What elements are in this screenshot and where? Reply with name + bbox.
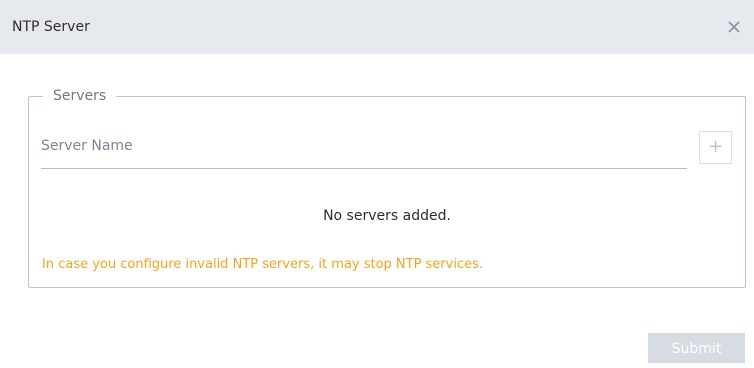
add-server-button[interactable]: + [699, 131, 732, 164]
dialog-title: NTP Server [12, 19, 90, 35]
servers-legend: Servers [43, 87, 117, 105]
server-name-input[interactable] [41, 133, 687, 169]
dialog-header: NTP Server [0, 0, 754, 54]
empty-servers-message: No servers added. [323, 208, 451, 224]
ntp-server-dialog: NTP Server Servers + No servers added. I… [0, 0, 754, 368]
close-icon[interactable] [727, 20, 741, 34]
submit-button[interactable]: Submit [648, 333, 745, 363]
servers-fieldset: Servers + No servers added. In case you … [28, 87, 746, 288]
ntp-warning-text: In case you configure invalid NTP server… [42, 257, 484, 272]
